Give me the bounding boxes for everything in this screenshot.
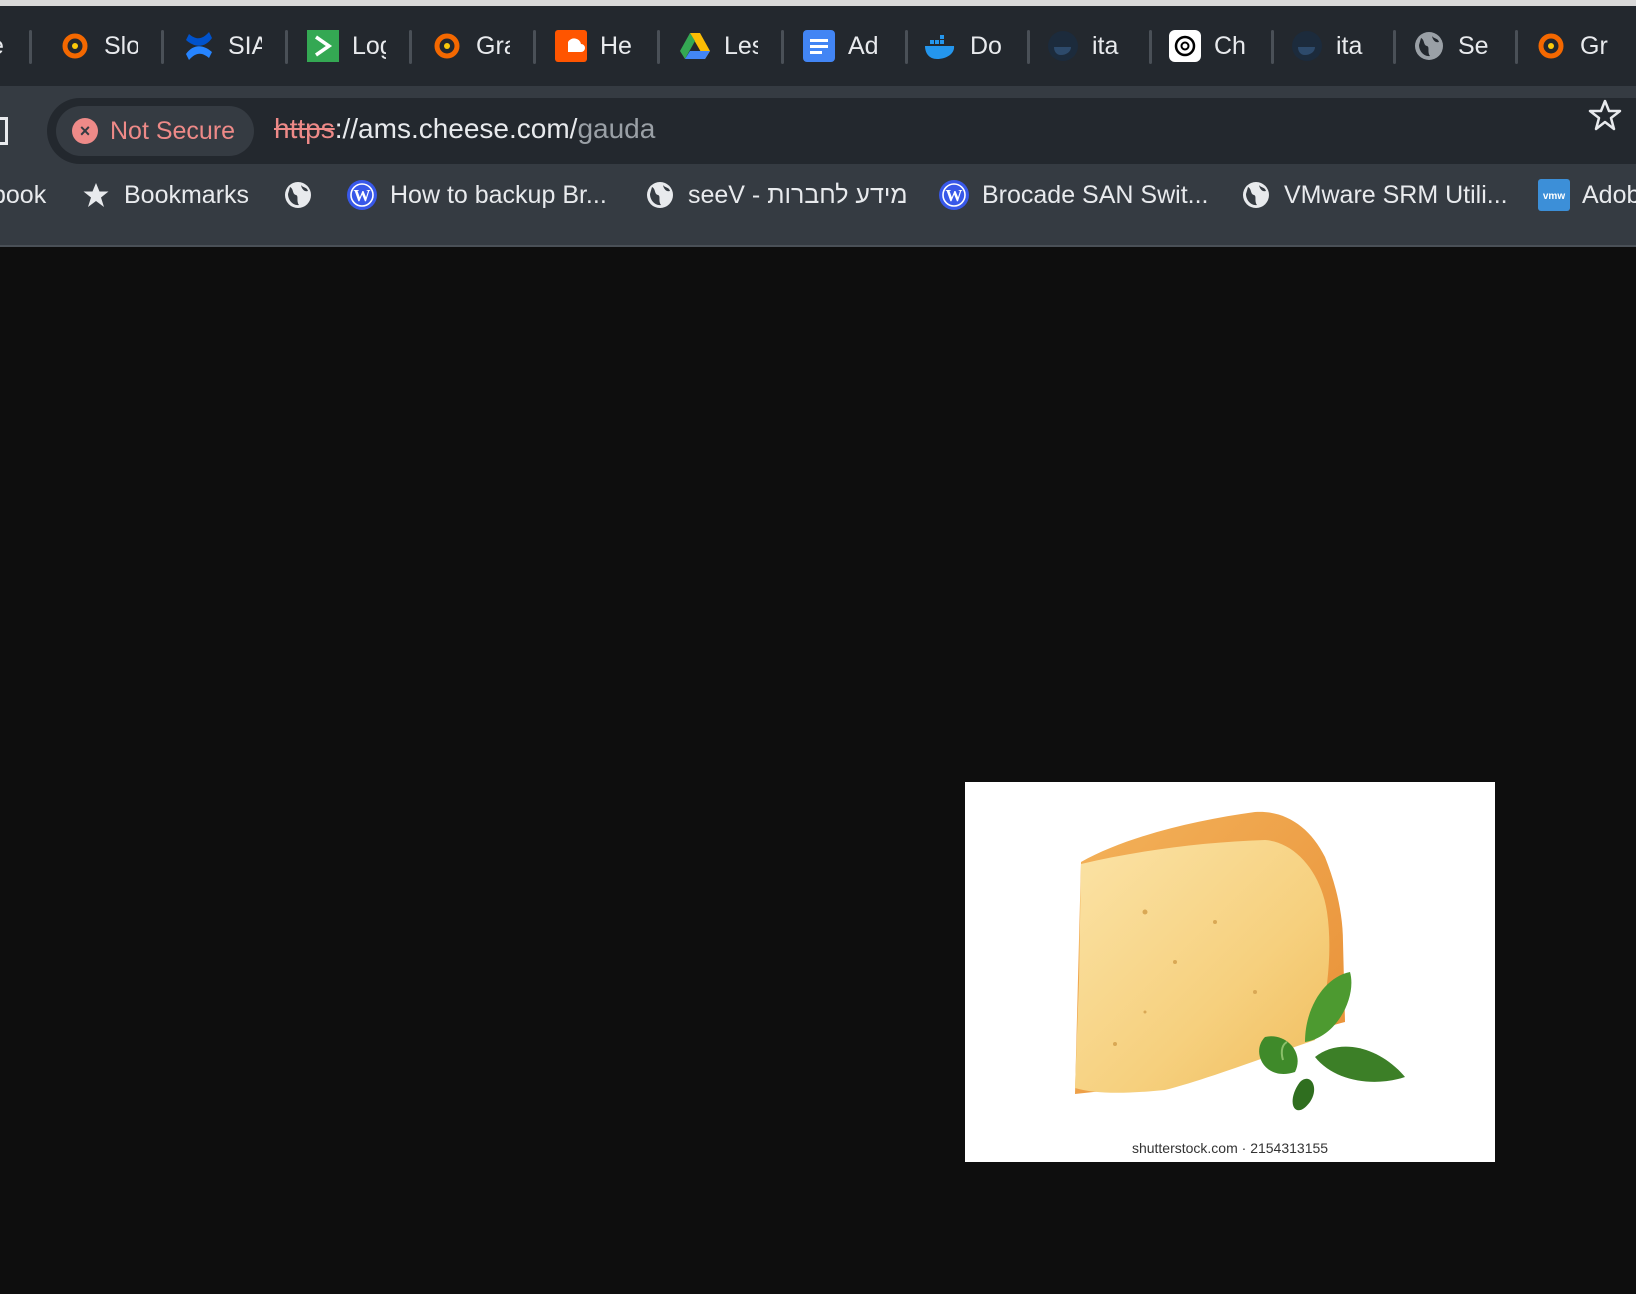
- tab-title: Ch: [1214, 31, 1246, 60]
- bookmark-item[interactable]: VMware SRM Utili...: [1240, 159, 1508, 231]
- confluence-icon: [182, 29, 216, 63]
- tab[interactable]: Slo: [40, 6, 164, 86]
- tab[interactable]: Les: [660, 6, 784, 86]
- bookmark-label: VMware SRM Utili...: [1284, 180, 1508, 209]
- url-path: gauda: [577, 113, 656, 144]
- globe-icon: [1412, 29, 1446, 63]
- bookmark-item[interactable]: vmw Adob: [1538, 159, 1636, 231]
- bookmark-item[interactable]: [282, 159, 314, 231]
- cheese-image: shutterstock.com · 2154313155: [965, 782, 1495, 1162]
- tab[interactable]: ita: [1028, 6, 1152, 86]
- url-scheme: https: [274, 113, 335, 144]
- home-button-icon[interactable]: [0, 117, 8, 145]
- tab[interactable]: SIA: [164, 6, 288, 86]
- tab-title: ita: [1092, 31, 1119, 60]
- bookmark-label: Adob: [1582, 180, 1636, 209]
- url-host: ://ams.cheese.com/: [334, 113, 578, 144]
- tab-title: ita: [1336, 31, 1363, 60]
- tab-title: He: [600, 31, 632, 60]
- tab-title: Gra: [476, 31, 510, 60]
- url-text[interactable]: https://ams.cheese.com/gauda: [274, 113, 655, 145]
- star-icon: [80, 179, 112, 211]
- soundcloud-icon: [554, 29, 588, 63]
- tab[interactable]: Re: [0, 6, 32, 86]
- bookmark-star-icon[interactable]: [1588, 98, 1622, 132]
- tab[interactable]: Do: [906, 6, 1030, 86]
- tab-separator: [29, 30, 32, 64]
- tab-title: Log: [352, 31, 386, 60]
- bookmark-label: How to backup Br...: [390, 180, 607, 209]
- svg-text:vmw: vmw: [1543, 191, 1565, 202]
- svg-text:W: W: [354, 186, 371, 205]
- bookmark-item[interactable]: W How to backup Br...: [346, 159, 607, 231]
- tab-title: Ad: [848, 31, 879, 60]
- bookmark-label: Bookmarks: [124, 180, 250, 209]
- tab-title: Re: [0, 32, 6, 61]
- site-security-chip[interactable]: × Not Secure: [56, 106, 254, 156]
- address-bar[interactable]: × Not Secure https://ams.cheese.com/gaud…: [47, 98, 1636, 164]
- bookmark-item[interactable]: book: [0, 159, 46, 231]
- bookmark-label: seeV - מידע לחברות: [688, 180, 908, 209]
- google-drive-icon: [678, 29, 712, 63]
- wordpress-icon: W: [346, 179, 378, 211]
- tab[interactable]: Ad: [784, 6, 908, 86]
- tab-title: SIA: [228, 31, 262, 60]
- bookmark-label: Brocade SAN Swit...: [982, 180, 1209, 209]
- docker-icon: [924, 29, 958, 63]
- grafana-icon: [430, 29, 464, 63]
- svg-text:W: W: [946, 186, 963, 205]
- vmware-icon: vmw: [1538, 179, 1570, 211]
- wordpress-icon: W: [938, 179, 970, 211]
- bookmark-item[interactable]: W Brocade SAN Swit...: [938, 159, 1208, 231]
- tab[interactable]: Log: [288, 6, 412, 86]
- security-label: Not Secure: [110, 116, 236, 145]
- tab-title: Do: [970, 31, 1002, 60]
- grafana-icon: [1534, 29, 1568, 63]
- tab-strip: Re Slo SIA Log Gra He Les Ad Do: [0, 6, 1636, 86]
- tab-title: Se: [1458, 31, 1489, 60]
- grafana-icon: [58, 29, 92, 63]
- tab[interactable]: ita: [1272, 6, 1396, 86]
- bookmarks-bar: book Bookmarks W How to backup Br... see…: [0, 159, 1636, 231]
- bookmark-item[interactable]: seeV - מידע לחברות: [644, 159, 908, 231]
- tab-title: Gr: [1580, 31, 1608, 60]
- docker-dark-icon: [1290, 29, 1324, 63]
- tab[interactable]: He: [536, 6, 660, 86]
- image-credit-watermark: shutterstock.com · 2154313155: [1131, 1140, 1329, 1156]
- tab-title: Slo: [104, 31, 138, 60]
- gouda-cheese-illustration: [1075, 811, 1405, 1111]
- globe-icon: [282, 179, 314, 211]
- tab[interactable]: Gra: [412, 6, 536, 86]
- google-docs-icon: [802, 29, 836, 63]
- terminal-icon: [306, 29, 340, 63]
- tab-title: Les: [724, 31, 758, 60]
- docker-dark-icon: [1046, 29, 1080, 63]
- not-secure-icon: ×: [72, 118, 98, 144]
- bookmark-label: book: [0, 180, 47, 209]
- globe-icon: [1240, 179, 1272, 211]
- tab[interactable]: Se: [1394, 6, 1518, 86]
- bookmarks-folder[interactable]: Bookmarks: [80, 159, 249, 231]
- tab[interactable]: Ch: [1150, 6, 1274, 86]
- globe-icon: [644, 179, 676, 211]
- openai-icon: [1168, 29, 1202, 63]
- tab[interactable]: Gr: [1516, 6, 1636, 86]
